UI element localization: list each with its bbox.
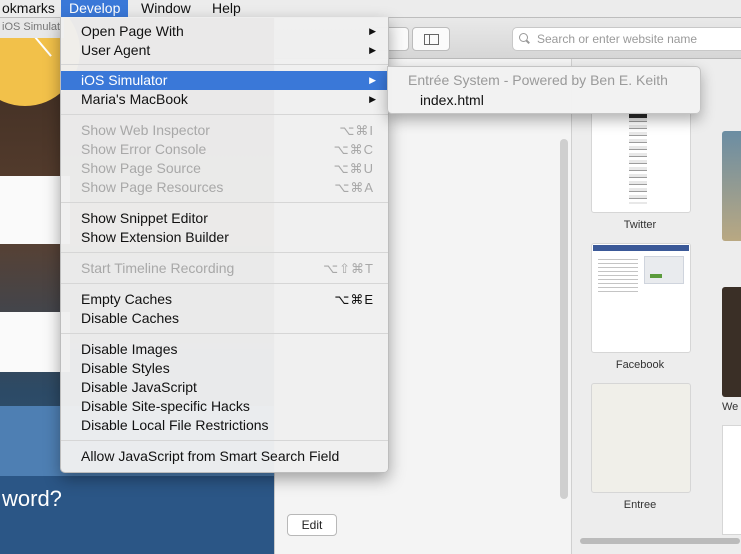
menu-item-label: Disable JavaScript bbox=[81, 379, 197, 395]
menu-item-label: Disable Images bbox=[81, 341, 178, 357]
twitter-thumbnail bbox=[629, 118, 647, 204]
submenu-arrow-icon: ▶ bbox=[369, 45, 376, 55]
menu-item-label: Disable Local File Restrictions bbox=[81, 417, 269, 433]
sidebar-toggle-button[interactable] bbox=[412, 27, 450, 51]
search-input[interactable] bbox=[535, 30, 739, 48]
sidebar-icon bbox=[424, 34, 439, 45]
submenu-arrow-icon: ▶ bbox=[369, 75, 376, 85]
menu-window[interactable]: Window bbox=[133, 0, 199, 17]
menu-separator bbox=[61, 440, 388, 441]
top-site-facebook[interactable] bbox=[591, 243, 691, 353]
menu-bookmarks[interactable]: okmarks bbox=[0, 0, 63, 17]
facebook-thumbnail-bar bbox=[593, 245, 689, 251]
menu-item-shortcut: ⌥⌘I bbox=[339, 123, 374, 138]
menu-item-shortcut: ⌥⇧⌘T bbox=[323, 261, 374, 276]
menu-separator bbox=[61, 114, 388, 115]
menu-item-allow-javascript-smart-search[interactable]: Allow JavaScript from Smart Search Field bbox=[61, 447, 388, 466]
facebook-thumbnail-panel bbox=[644, 256, 684, 284]
menu-item-marias-macbook[interactable]: Maria's MacBook ▶ bbox=[61, 90, 388, 109]
menu-item-label: Disable Styles bbox=[81, 360, 170, 376]
menu-help[interactable]: Help bbox=[204, 0, 249, 17]
top-site-partial[interactable] bbox=[722, 131, 741, 241]
simulator-tab[interactable]: iOS Simulat bbox=[0, 16, 64, 38]
menu-item-label: Show Page Resources bbox=[81, 179, 224, 195]
menu-item-label: Allow JavaScript from Smart Search Field bbox=[81, 448, 340, 464]
menu-item-label: User Agent bbox=[81, 42, 151, 58]
facebook-signup-button bbox=[650, 274, 662, 278]
submenu-item-index-html[interactable]: index.html bbox=[420, 92, 484, 108]
menu-item-disable-site-specific-hacks[interactable]: Disable Site-specific Hacks bbox=[61, 397, 388, 416]
top-site-caption: Twitter bbox=[623, 219, 657, 231]
menu-item-shortcut: ⌥⌘U bbox=[333, 161, 374, 176]
submenu-arrow-icon: ▶ bbox=[369, 26, 376, 36]
menu-item-label: Open Page With bbox=[81, 23, 184, 39]
menu-item-shortcut: ⌥⌘A bbox=[334, 180, 374, 195]
top-sites-grid: Twitter Facebook Entree We bbox=[572, 59, 741, 554]
top-site-caption: Entree bbox=[623, 499, 657, 511]
menu-item-disable-local-file-restrictions[interactable]: Disable Local File Restrictions bbox=[61, 416, 388, 435]
menu-bar: okmarks Develop Window Help bbox=[0, 0, 741, 18]
menu-item-show-page-source[interactable]: Show Page Source ⌥⌘U bbox=[61, 159, 388, 178]
menu-item-ios-simulator[interactable]: iOS Simulator ▶ bbox=[61, 71, 388, 90]
menu-separator bbox=[61, 64, 388, 65]
menu-item-label: Show Page Source bbox=[81, 160, 201, 176]
menu-separator bbox=[61, 283, 388, 284]
develop-menu: Open Page With ▶ User Agent ▶ iOS Simula… bbox=[60, 17, 389, 473]
favorites-scrollbar[interactable] bbox=[560, 139, 568, 499]
menu-item-disable-images[interactable]: Disable Images bbox=[61, 340, 388, 359]
menu-develop[interactable]: Develop bbox=[61, 0, 129, 17]
menu-item-label: Show Extension Builder bbox=[81, 229, 229, 245]
menu-item-label: Disable Site-specific Hacks bbox=[81, 398, 250, 414]
top-site-caption: Facebook bbox=[615, 359, 665, 371]
menu-item-label: Start Timeline Recording bbox=[81, 260, 235, 276]
submenu-arrow-icon: ▶ bbox=[369, 94, 376, 104]
menu-separator bbox=[61, 333, 388, 334]
menu-item-disable-javascript[interactable]: Disable JavaScript bbox=[61, 378, 388, 397]
top-site-partial[interactable] bbox=[722, 287, 741, 397]
menu-item-show-page-resources[interactable]: Show Page Resources ⌥⌘A bbox=[61, 178, 388, 197]
menu-item-label: Disable Caches bbox=[81, 310, 180, 326]
menu-item-label: Show Snippet Editor bbox=[81, 210, 208, 226]
top-site-caption: We bbox=[722, 401, 739, 413]
horizontal-scrollbar[interactable] bbox=[580, 538, 740, 544]
menu-item-shortcut: ⌥⌘E bbox=[334, 292, 374, 307]
edit-button[interactable]: Edit bbox=[287, 514, 337, 536]
menu-item-show-error-console[interactable]: Show Error Console ⌥⌘C bbox=[61, 140, 388, 159]
forgot-password-link[interactable]: word? bbox=[2, 486, 62, 512]
menu-item-label: Show Web Inspector bbox=[81, 122, 210, 138]
menu-item-start-timeline-recording[interactable]: Start Timeline Recording ⌥⇧⌘T bbox=[61, 259, 388, 278]
top-site-partial[interactable] bbox=[722, 425, 741, 535]
menu-item-disable-caches[interactable]: Disable Caches bbox=[61, 309, 388, 328]
menu-item-show-web-inspector[interactable]: Show Web Inspector ⌥⌘I bbox=[61, 121, 388, 140]
menu-item-label: Empty Caches bbox=[81, 291, 173, 307]
ios-simulator-submenu: Entrée System - Powered by Ben E. Keith … bbox=[387, 66, 701, 114]
menu-item-show-snippet-editor[interactable]: Show Snippet Editor bbox=[61, 209, 388, 228]
top-site-twitter[interactable] bbox=[591, 111, 691, 213]
smart-search-field[interactable] bbox=[512, 27, 741, 51]
facebook-thumbnail bbox=[598, 256, 638, 292]
submenu-header: Entrée System - Powered by Ben E. Keith bbox=[408, 72, 668, 88]
menu-item-user-agent[interactable]: User Agent ▶ bbox=[61, 41, 388, 60]
menu-item-label: Show Error Console bbox=[81, 141, 207, 157]
top-site-entree[interactable] bbox=[591, 383, 691, 493]
menu-item-empty-caches[interactable]: Empty Caches ⌥⌘E bbox=[61, 290, 388, 309]
menu-separator bbox=[61, 202, 388, 203]
menu-item-open-page-with[interactable]: Open Page With ▶ bbox=[61, 22, 388, 41]
menu-separator bbox=[61, 252, 388, 253]
menu-item-show-extension-builder[interactable]: Show Extension Builder bbox=[61, 228, 388, 247]
search-icon bbox=[519, 33, 528, 42]
menu-item-label: Maria's MacBook bbox=[81, 91, 188, 107]
menu-item-label: iOS Simulator bbox=[81, 72, 168, 88]
menu-item-disable-styles[interactable]: Disable Styles bbox=[61, 359, 388, 378]
menu-item-shortcut: ⌥⌘C bbox=[333, 142, 374, 157]
